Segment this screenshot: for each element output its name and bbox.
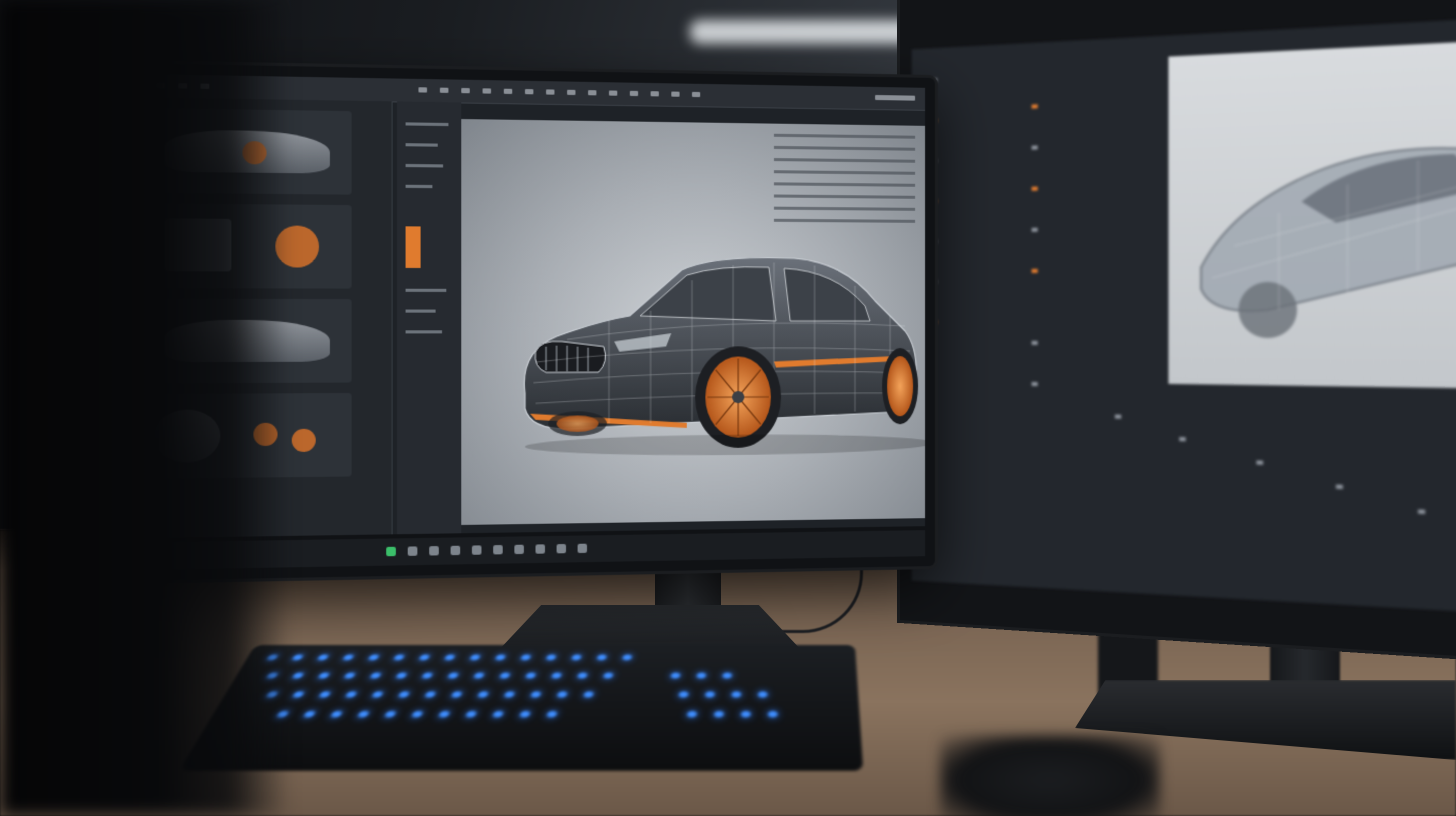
toolbar-icon[interactable]: [567, 90, 575, 95]
ui-control[interactable]: [1179, 437, 1186, 441]
taskbar-app-icon[interactable]: [429, 546, 439, 555]
ui-control[interactable]: [1256, 460, 1263, 464]
toolbar-icon[interactable]: [504, 89, 512, 94]
toolbar-icon[interactable]: [546, 89, 554, 94]
ui-control[interactable]: [1032, 341, 1038, 345]
tool-strip: [397, 101, 461, 534]
tool-item[interactable]: [406, 310, 436, 313]
toolbar-icon[interactable]: [671, 92, 679, 97]
taskbar-app-icon[interactable]: [536, 544, 545, 553]
toolbar-icon[interactable]: [692, 92, 700, 97]
ui-control[interactable]: [1336, 484, 1343, 489]
tool-item[interactable]: [406, 164, 444, 168]
toolbar-icon[interactable]: [609, 90, 617, 95]
taskbar-app-icon[interactable]: [578, 544, 587, 553]
ui-control[interactable]: [1032, 104, 1038, 108]
toolbar-icon[interactable]: [461, 88, 470, 93]
right-monitor: [900, 0, 1456, 663]
car-preview-viewport: [1168, 37, 1456, 390]
3d-viewport[interactable]: [461, 119, 925, 525]
right-monitor-screen: [912, 14, 1456, 617]
ui-control[interactable]: [1418, 509, 1425, 514]
taskbar-app-icon[interactable]: [386, 547, 396, 557]
photo-scene: [0, 0, 1456, 816]
taskbar-app-icon[interactable]: [493, 545, 503, 554]
ui-control[interactable]: [1032, 269, 1038, 273]
taskbar-app-icon[interactable]: [472, 545, 482, 554]
taskbar-app-icon[interactable]: [514, 545, 524, 554]
ui-control[interactable]: [1032, 382, 1038, 386]
taskbar-app-icon[interactable]: [408, 546, 418, 556]
car-wireframe-icon: [504, 218, 925, 466]
ui-control[interactable]: [1032, 187, 1038, 191]
ui-control[interactable]: [1032, 145, 1038, 149]
tool-item[interactable]: [406, 289, 447, 292]
car-preview-icon: [1168, 37, 1456, 390]
foreground-person-blur: [0, 0, 290, 816]
toolbar-icon[interactable]: [588, 90, 596, 95]
taskbar-app-icon[interactable]: [451, 546, 461, 555]
active-tool[interactable]: [406, 226, 421, 268]
tool-item[interactable]: [406, 122, 449, 126]
toolbar-icon[interactable]: [630, 91, 638, 96]
toolbar-icon[interactable]: [651, 91, 659, 96]
ui-control[interactable]: [1115, 414, 1121, 418]
mouse[interactable]: [940, 735, 1160, 816]
accent-marker: [292, 429, 316, 452]
tool-item[interactable]: [406, 330, 442, 333]
toolbar-icon[interactable]: [483, 88, 492, 93]
tool-item[interactable]: [406, 143, 438, 147]
toolbar-icon[interactable]: [440, 88, 449, 93]
toolbar-field[interactable]: [875, 95, 915, 101]
toolbar-icon[interactable]: [418, 87, 427, 92]
tool-item[interactable]: [406, 185, 433, 188]
toolbar-icon[interactable]: [525, 89, 533, 94]
taskbar-app-icon[interactable]: [557, 544, 566, 553]
ui-control[interactable]: [1032, 228, 1038, 232]
